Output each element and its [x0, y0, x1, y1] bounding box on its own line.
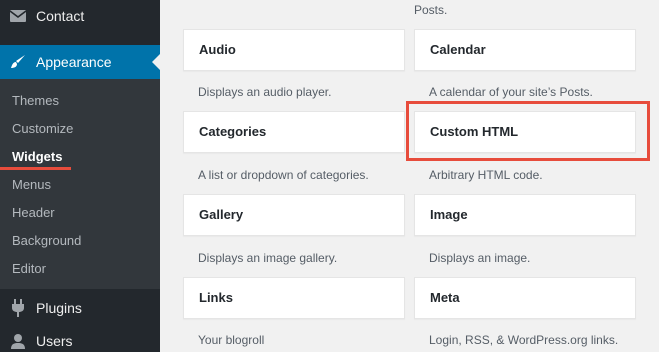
menu-users-label: Users	[36, 333, 73, 349]
menu-users[interactable]: Users	[0, 324, 160, 352]
menu-contact[interactable]: Contact	[0, 0, 160, 32]
widget-desc: Arbitrary HTML code.	[429, 168, 543, 182]
submenu-editor[interactable]: Editor	[12, 261, 46, 276]
widget-meta[interactable]: Meta	[414, 277, 636, 319]
widget-desc: Displays an audio player.	[198, 85, 332, 99]
widget-categories[interactable]: Categories	[183, 111, 405, 153]
submenu-menus[interactable]: Menus	[12, 177, 51, 192]
envelope-icon	[0, 10, 36, 22]
submenu-background[interactable]: Background	[12, 233, 81, 248]
widget-image[interactable]: Image	[414, 194, 636, 236]
submenu-customize[interactable]: Customize	[12, 121, 73, 136]
submenu-header[interactable]: Header	[12, 205, 55, 220]
widget-desc-top: Posts.	[414, 3, 448, 17]
submenu-themes[interactable]: Themes	[12, 93, 59, 108]
menu-plugins-label: Plugins	[36, 300, 82, 316]
widget-title: Gallery	[199, 207, 244, 222]
widget-title: Meta	[430, 290, 460, 305]
menu-contact-label: Contact	[36, 8, 85, 24]
widget-audio[interactable]: Audio	[183, 29, 405, 71]
plug-icon	[0, 299, 36, 317]
paintbrush-icon	[0, 53, 36, 71]
appearance-submenu: Themes Customize Widgets Menus Header Ba…	[0, 79, 160, 289]
widget-title: Categories	[199, 124, 267, 139]
menu-appearance-label: Appearance	[36, 54, 112, 70]
custom-html-highlight-annotation	[406, 101, 650, 161]
widget-desc: Displays an image gallery.	[198, 251, 338, 265]
widget-desc: A list or dropdown of categories.	[198, 168, 369, 182]
widget-desc: Login, RSS, & WordPress.org links.	[429, 333, 619, 347]
widget-gallery[interactable]: Gallery	[183, 194, 405, 236]
widget-desc: Your blogroll	[198, 333, 265, 347]
submenu-widgets[interactable]: Widgets	[12, 149, 62, 164]
widget-desc: A calendar of your site’s Posts.	[429, 85, 593, 99]
menu-plugins[interactable]: Plugins	[0, 291, 160, 325]
widgets-underline-annotation	[0, 167, 71, 170]
widget-links[interactable]: Links	[183, 277, 405, 319]
widget-title: Links	[199, 290, 233, 305]
widget-title: Calendar	[430, 42, 486, 57]
admin-sidebar: Contact Appearance Themes Customize Widg…	[0, 0, 160, 352]
widget-title: Image	[430, 207, 468, 222]
menu-appearance[interactable]: Appearance	[0, 45, 160, 79]
user-icon	[0, 333, 36, 349]
widget-calendar[interactable]: Calendar	[414, 29, 636, 71]
widget-desc: Displays an image.	[429, 251, 531, 265]
widget-title: Audio	[199, 42, 236, 57]
